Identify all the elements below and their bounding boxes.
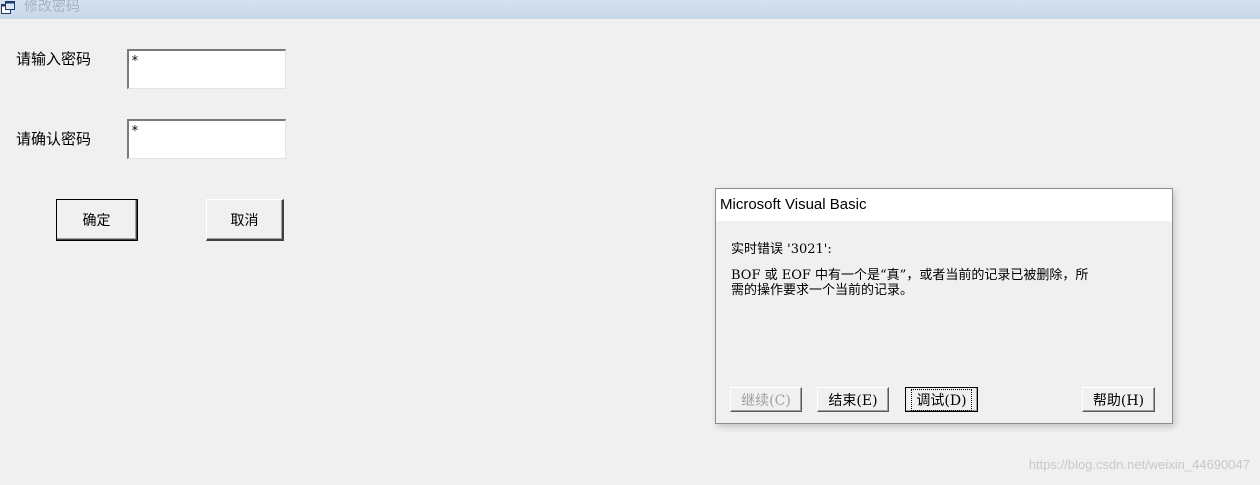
password-input[interactable]: * (127, 49, 286, 89)
confirm-password-input[interactable]: * (127, 119, 286, 159)
dialog-caption-bar[interactable]: Microsoft Visual Basic (716, 189, 1172, 221)
cancel-button-label: 取消 (230, 212, 259, 229)
help-button[interactable]: 帮助(H) (1082, 387, 1155, 412)
error-message-line-2: 需的操作要求一个当前的记录。 (731, 283, 914, 298)
confirm-password-label: 请确认密码 (16, 130, 92, 148)
continue-button: 继续(C) (730, 387, 802, 412)
watermark: https://blog.csdn.net/weixin_44690047 (1028, 457, 1250, 472)
password-label: 请输入密码 (16, 50, 92, 68)
end-button-label: 结束(E) (828, 392, 878, 409)
title-bar: 修改密码 (0, 0, 1260, 19)
vb-form-icon[interactable] (1, 1, 15, 15)
error-code-text: 实时错误 '3021': (731, 242, 832, 257)
debug-button[interactable]: 调试(D) (905, 387, 978, 412)
window-title: 修改密码 (24, 0, 80, 15)
end-button[interactable]: 结束(E) (817, 387, 889, 412)
error-message-line-1: BOF 或 EOF 中有一个是“真”，或者当前的记录已被删除，所 (731, 268, 1089, 283)
ok-button[interactable]: 确定 (56, 199, 138, 241)
error-dialog: Microsoft Visual Basic 实时错误 '3021': BOF … (715, 188, 1173, 424)
cancel-button[interactable]: 取消 (206, 199, 284, 241)
dialog-caption: Microsoft Visual Basic (720, 196, 867, 213)
debug-button-label: 调试(D) (911, 388, 972, 411)
continue-button-label: 继续(C) (741, 392, 791, 409)
ok-button-label: 确定 (82, 212, 111, 229)
help-button-label: 帮助(H) (1092, 392, 1145, 409)
